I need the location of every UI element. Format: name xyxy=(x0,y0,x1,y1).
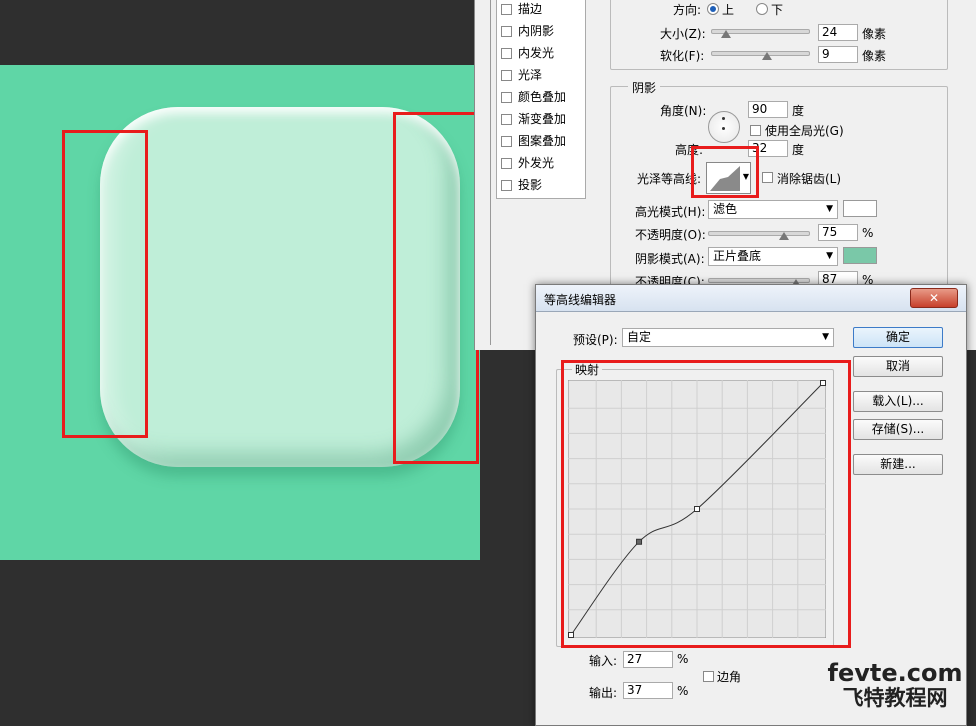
global-light-checkbox[interactable] xyxy=(750,125,761,136)
highlight-box-gloss-contour xyxy=(691,146,759,198)
checkbox[interactable] xyxy=(501,114,512,125)
checkbox[interactable] xyxy=(501,70,512,81)
style-item-drop-shadow[interactable]: 投影 xyxy=(501,174,542,196)
load-button[interactable]: 载入(L)... xyxy=(853,391,943,412)
shadow-mode-select[interactable]: 正片叠底 ▼ xyxy=(708,247,838,266)
checkbox[interactable] xyxy=(501,136,512,147)
highlight-mode-label: 高光模式(H): xyxy=(635,205,706,219)
direction-down-label: 下 xyxy=(771,3,784,17)
highlight-box-curve xyxy=(561,360,851,648)
percent-sign: % xyxy=(862,226,874,240)
altitude-unit: 度 xyxy=(792,143,805,157)
watermark-site-name: 飞特教程网 xyxy=(842,686,948,710)
shading-group-title: 阴影 xyxy=(628,79,661,96)
soften-input[interactable]: 9 xyxy=(818,46,858,63)
global-light-label: 使用全局光(G) xyxy=(765,124,844,138)
watermark: fevte.com 飞特教程网 xyxy=(815,660,975,710)
direction-down-radio[interactable] xyxy=(756,3,768,15)
chevron-down-icon: ▼ xyxy=(826,251,833,261)
angle-dial-center xyxy=(722,127,725,130)
size-label: 大小(Z): xyxy=(660,27,706,41)
input-percent: % xyxy=(677,652,689,666)
soften-label: 软化(F): xyxy=(660,49,705,63)
soften-slider-thumb[interactable] xyxy=(762,52,772,60)
preset-select[interactable]: 自定 ▼ xyxy=(622,328,834,347)
checkbox[interactable] xyxy=(501,26,512,37)
dialog-title-bar[interactable]: 等高线编辑器 ✕ xyxy=(536,285,966,312)
style-list: 描边 内阴影 内发光 光泽 颜色叠加 渐变叠加 图案叠加 外发光 投影 xyxy=(496,0,586,199)
output-label: 输出: xyxy=(589,686,618,700)
new-button[interactable]: 新建... xyxy=(853,454,943,475)
style-item-gradient-overlay[interactable]: 渐变叠加 xyxy=(501,108,566,130)
style-item-pattern-overlay[interactable]: 图案叠加 xyxy=(501,130,566,152)
highlight-opacity-thumb[interactable] xyxy=(779,232,789,240)
soften-slider[interactable] xyxy=(711,51,810,56)
highlight-opacity-label: 不透明度(O): xyxy=(635,228,706,242)
close-icon: ✕ xyxy=(928,291,940,305)
highlight-box-left-edge xyxy=(62,130,148,438)
anti-alias-label: 消除锯齿(L) xyxy=(777,172,842,186)
checkbox[interactable] xyxy=(501,158,512,169)
highlight-opacity-slider[interactable] xyxy=(708,231,810,236)
style-item-stroke[interactable]: 描边 xyxy=(501,0,542,20)
style-item-inner-glow[interactable]: 内发光 xyxy=(501,42,554,64)
preset-label: 预设(P): xyxy=(573,333,618,347)
input-field[interactable]: 27 xyxy=(623,651,673,668)
watermark-domain: fevte.com xyxy=(827,659,963,687)
save-button[interactable]: 存储(S)... xyxy=(853,419,943,440)
soften-unit: 像素 xyxy=(862,49,887,63)
direction-label: 方向: xyxy=(673,3,702,17)
angle-label: 角度(N): xyxy=(660,104,707,118)
angle-dial-needle xyxy=(722,117,725,120)
angle-dial[interactable] xyxy=(708,111,740,143)
size-unit: 像素 xyxy=(862,27,887,41)
size-input[interactable]: 24 xyxy=(818,24,858,41)
cancel-button[interactable]: 取消 xyxy=(853,356,943,377)
highlight-mode-select[interactable]: 滤色 ▼ xyxy=(708,200,838,219)
close-button[interactable]: ✕ xyxy=(910,288,958,308)
anti-alias-checkbox[interactable] xyxy=(762,172,773,183)
highlight-color-swatch[interactable] xyxy=(843,200,877,217)
style-item-inner-shadow[interactable]: 内阴影 xyxy=(501,20,554,42)
corner-checkbox[interactable] xyxy=(703,671,714,682)
output-field[interactable]: 37 xyxy=(623,682,673,699)
dialog-title: 等高线编辑器 xyxy=(544,293,617,307)
checkbox[interactable] xyxy=(501,180,512,191)
angle-unit: 度 xyxy=(792,104,805,118)
style-item-satin[interactable]: 光泽 xyxy=(501,64,542,86)
checkbox[interactable] xyxy=(501,48,512,59)
size-slider-thumb[interactable] xyxy=(721,30,731,38)
chevron-down-icon: ▼ xyxy=(826,204,833,214)
shadow-mode-label: 阴影模式(A): xyxy=(635,252,705,266)
output-percent: % xyxy=(677,684,689,698)
highlight-opacity-input[interactable]: 75 xyxy=(818,224,858,241)
checkbox[interactable] xyxy=(501,4,512,15)
direction-up-radio[interactable] xyxy=(707,3,719,15)
direction-up-label: 上 xyxy=(722,3,735,17)
chevron-down-icon: ▼ xyxy=(822,332,829,342)
highlight-box-right-edge xyxy=(393,112,479,464)
dialog-inner-border xyxy=(482,0,491,345)
style-item-outer-glow[interactable]: 外发光 xyxy=(501,152,554,174)
shadow-color-swatch[interactable] xyxy=(843,247,877,264)
corner-label: 边角 xyxy=(717,670,742,684)
input-label: 输入: xyxy=(589,654,618,668)
angle-input[interactable]: 90 xyxy=(748,101,788,118)
ok-button[interactable]: 确定 xyxy=(853,327,943,348)
style-item-color-overlay[interactable]: 颜色叠加 xyxy=(501,86,566,108)
checkbox[interactable] xyxy=(501,92,512,103)
